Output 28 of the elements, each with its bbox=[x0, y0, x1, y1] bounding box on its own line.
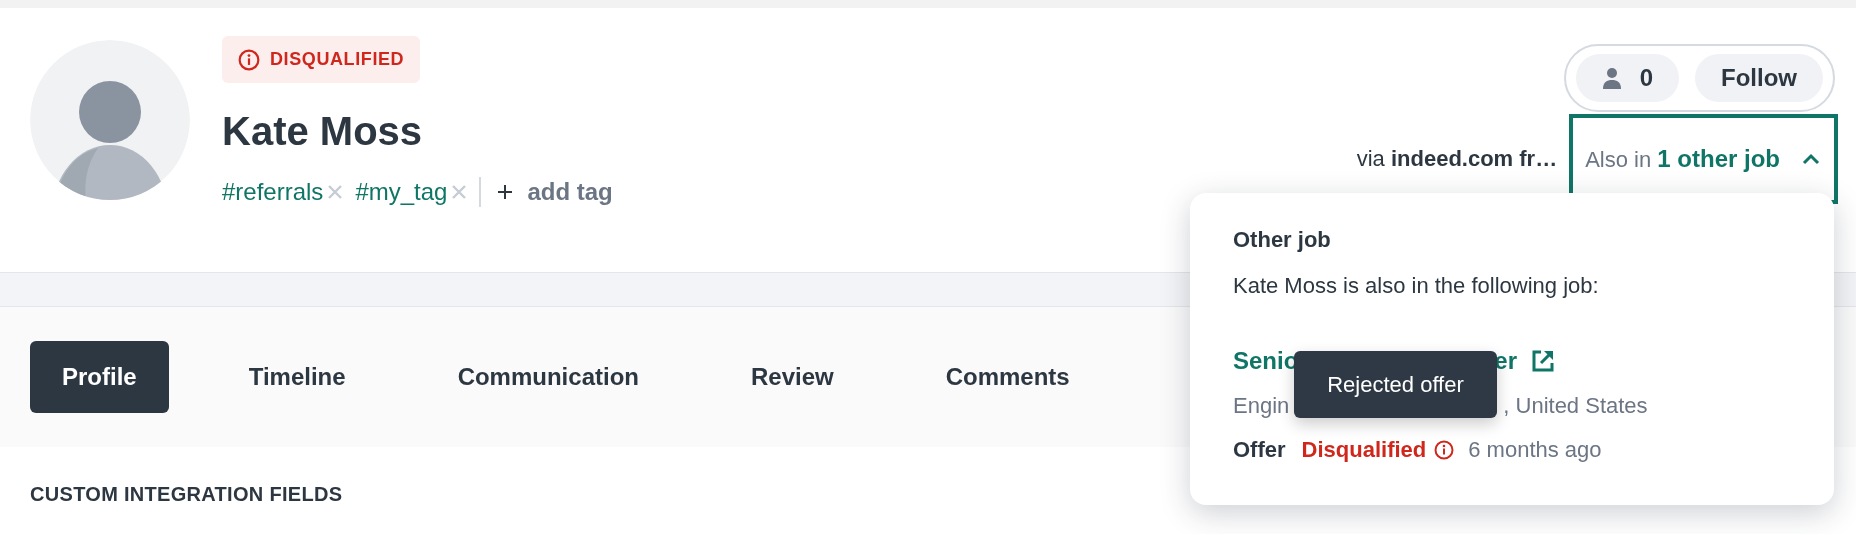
section-title: CUSTOM INTEGRATION FIELDS bbox=[30, 483, 343, 506]
source-text: via indeed.com fr… bbox=[1356, 146, 1558, 172]
info-icon bbox=[1434, 440, 1455, 460]
person-icon bbox=[1601, 67, 1622, 89]
tab[interactable]: Comments bbox=[913, 341, 1102, 413]
tab[interactable]: Profile bbox=[30, 341, 169, 413]
tab[interactable]: Review bbox=[718, 341, 866, 413]
candidate-name: Kate Moss bbox=[222, 108, 423, 155]
remove-icon[interactable] bbox=[451, 184, 468, 200]
info-icon bbox=[238, 48, 260, 71]
tag[interactable]: #my_tag bbox=[355, 178, 448, 206]
tooltip: Rejected offer bbox=[1294, 351, 1497, 418]
tab[interactable]: Timeline bbox=[216, 341, 378, 413]
external-link-icon bbox=[1531, 349, 1556, 373]
popover-title: Other job bbox=[1233, 227, 1332, 253]
plus-icon bbox=[497, 184, 514, 200]
chevron-icon bbox=[1802, 153, 1820, 165]
tab[interactable]: Communication bbox=[425, 341, 671, 413]
popover-description: Kate Moss is also in the following job: bbox=[1233, 273, 1600, 299]
remove-icon[interactable] bbox=[327, 184, 344, 200]
add-tag-button[interactable]: add tag bbox=[491, 178, 619, 206]
job-time: 6 months ago bbox=[1468, 437, 1602, 463]
followers-count-button[interactable]: 0 bbox=[1575, 54, 1679, 102]
job-status: Disqualified bbox=[1301, 437, 1427, 463]
follow-button[interactable]: Follow bbox=[1695, 54, 1823, 102]
tag[interactable]: #referrals bbox=[222, 178, 324, 206]
job-stage: Offer bbox=[1233, 437, 1286, 463]
status-badge: DISQUALIFIED bbox=[222, 36, 421, 83]
